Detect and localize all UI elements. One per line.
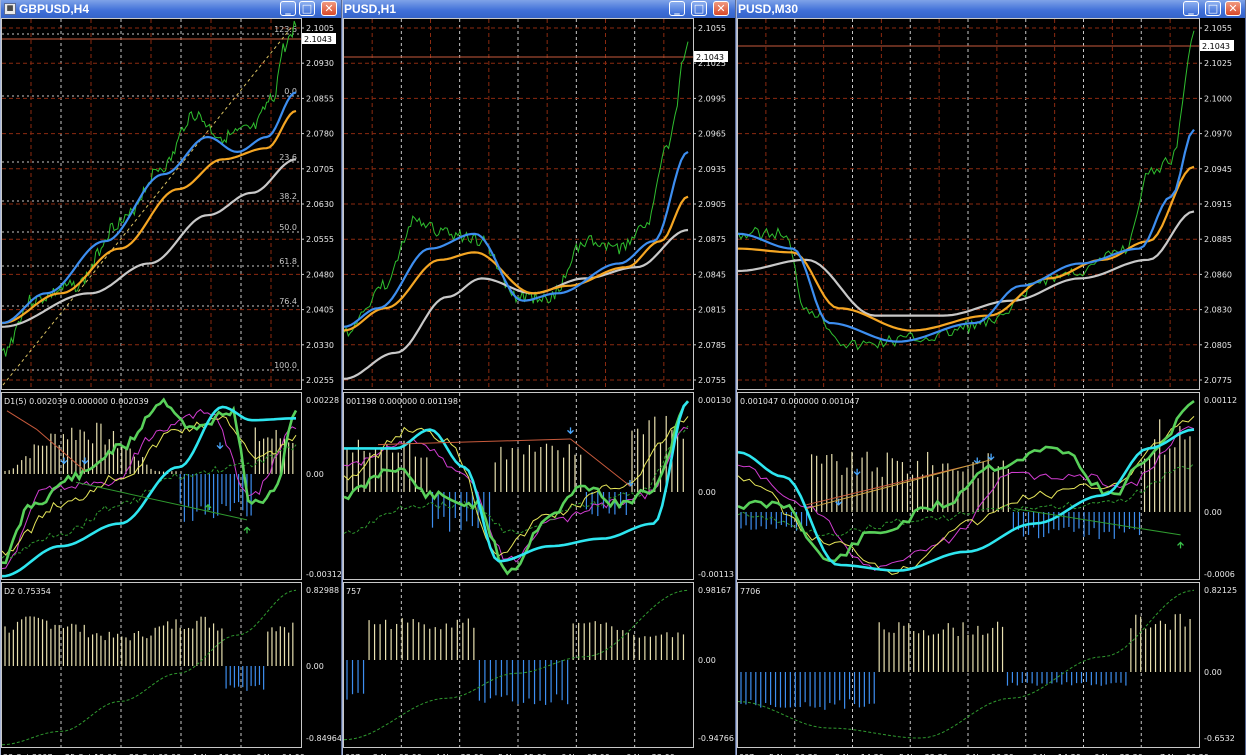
price-tick-label: 2.0905 <box>698 200 726 209</box>
price-tick-label: 2.0830 <box>1204 306 1232 315</box>
indicator-2-label: 757 <box>346 587 361 596</box>
chart-window-gbpusd-h1[interactable]: PUSD,H1 _ □ ✕ 2.1055 2.1025 2.0995 2.0965 2.… <box>342 0 736 755</box>
price-tick-label: 2.0630 <box>306 200 334 209</box>
maximize-button[interactable]: □ <box>299 1 315 16</box>
indicator-1-tick-label: 0.00112 <box>1204 396 1237 405</box>
price-tick-label: 2.0705 <box>306 165 334 174</box>
indicator-1-label: 0.001047 0.000000 0.001047 <box>740 397 860 406</box>
indicator-1-tick-label: -0.00113 <box>698 570 734 579</box>
chart-area[interactable]: 2.1005 2.0930 2.0855 2.0780 2.0705 2.0630 2.05… <box>1 18 342 755</box>
chart-window-gbpusd-m30[interactable]: PUSD,M30 _ □ ✕ 2.1055 2.1025 2.1000 2.0970 2… <box>736 0 1246 755</box>
fib-level-label: 50.0 <box>279 223 297 232</box>
indicator-2-tick-label: 0.82125 <box>1204 586 1237 595</box>
price-tick-label: 2.0935 <box>698 165 726 174</box>
current-price-label: 2.1043 <box>696 53 724 62</box>
indicator-1-tick-label: -0.0006 <box>1204 570 1235 579</box>
minimize-button[interactable]: _ <box>280 1 296 16</box>
price-tick-label: 2.0995 <box>698 94 726 103</box>
price-tick-label: 2.0845 <box>698 270 726 279</box>
indicator-1-tick-label: 0.00130 <box>698 396 731 405</box>
price-tick-label: 2.0330 <box>306 341 334 350</box>
minimize-button[interactable]: _ <box>1183 1 1199 16</box>
fib-level-label: 61.8 <box>279 257 297 266</box>
window-titlebar[interactable]: PUSD,H1 _ □ ✕ <box>343 0 735 18</box>
price-tick-label: 2.0255 <box>306 376 334 385</box>
price-tick-label: 2.0405 <box>306 306 334 315</box>
price-tick-label: 2.0885 <box>1204 235 1232 244</box>
fib-level-label: 100.0 <box>274 361 297 370</box>
chart-window-gbpusd-h4[interactable]: ▦ GBPUSD,H4 _ □ ✕ 2.1005 2.0930 2.0855 2.07… <box>0 0 342 755</box>
price-tick-label: 2.0780 <box>306 130 334 139</box>
indicator-2-tick-label: 0.00 <box>1204 668 1222 677</box>
price-tick-label: 2.1000 <box>1204 94 1232 103</box>
indicator-2-tick-label: 0.98167 <box>698 586 731 595</box>
fib-level-label: 38.2 <box>279 192 297 201</box>
price-tick-label: 2.0965 <box>698 130 726 139</box>
fib-level-label: 76.4 <box>279 297 297 306</box>
maximize-button[interactable]: □ <box>691 1 707 16</box>
price-tick-label: 2.0945 <box>1204 165 1232 174</box>
price-tick-label: 2.1055 <box>698 24 726 33</box>
price-tick-label: 2.0555 <box>306 235 334 244</box>
maximize-button[interactable]: □ <box>1205 1 1221 16</box>
price-tick-label: 2.0930 <box>306 59 334 68</box>
indicator-2-tick-label: 0.82988 <box>306 586 339 595</box>
close-button[interactable]: ✕ <box>713 1 729 16</box>
indicator-2-label: 7706 <box>740 587 760 596</box>
price-tick-label: 2.0775 <box>1204 376 1232 385</box>
window-title: GBPUSD,H4 <box>19 2 90 16</box>
price-tick-label: 2.0805 <box>1204 341 1232 350</box>
indicator-1-tick-label: 0.00 <box>306 470 324 479</box>
indicator-2-tick-label: -0.84964 <box>306 734 342 743</box>
current-price-label: 2.1043 <box>304 35 332 44</box>
window-title: PUSD,M30 <box>738 2 799 16</box>
price-tick-label: 2.0855 <box>306 94 334 103</box>
price-tick-label: 2.0480 <box>306 270 334 279</box>
close-button[interactable]: ✕ <box>1225 1 1241 16</box>
price-tick-label: 2.0785 <box>698 341 726 350</box>
indicator-1-tick-label: 0.00 <box>698 488 716 497</box>
indicator-1-label: D1(5) 0.002039 0.000000 0.002039 <box>4 397 149 406</box>
indicator-1-label: 001198 0.000000 0.001198 <box>346 397 458 406</box>
current-price-label: 2.1043 <box>1202 42 1230 51</box>
window-titlebar[interactable]: ▦ GBPUSD,H4 _ □ ✕ <box>1 0 341 18</box>
chart-app-icon: ▦ <box>4 3 16 15</box>
price-tick-label: 2.1005 <box>306 24 334 33</box>
chart-area[interactable]: 2.1055 2.1025 2.1000 2.0970 2.0945 2.0915 2.08… <box>737 18 1246 755</box>
price-tick-label: 2.0755 <box>698 376 726 385</box>
indicator-1-tick-label: -0.00312 <box>306 570 342 579</box>
indicator-2-tick-label: 0.00 <box>698 656 716 665</box>
price-tick-label: 2.0970 <box>1204 130 1232 139</box>
window-title: PUSD,H1 <box>344 2 397 16</box>
price-tick-label: 2.0860 <box>1204 270 1232 279</box>
window-titlebar[interactable]: PUSD,M30 _ □ ✕ <box>737 0 1245 18</box>
price-tick-label: 2.1025 <box>1204 59 1232 68</box>
indicator-1-tick-label: 0.00 <box>1204 508 1222 517</box>
minimize-button[interactable]: _ <box>669 1 685 16</box>
chart-area[interactable]: 2.10552.10252.09952.09652.09352.09052.08… <box>343 18 736 755</box>
indicator-2-tick-label: 0.00 <box>306 662 324 671</box>
price-tick-label: 2.0875 <box>698 235 726 244</box>
close-button[interactable]: ✕ <box>321 1 337 16</box>
indicator-2-label: D2 0.75354 <box>4 587 51 596</box>
price-tick-label: 2.0915 <box>1204 200 1232 209</box>
price-tick-label: 2.0815 <box>698 306 726 315</box>
indicator-2-tick-label: -0.94766 <box>698 734 734 743</box>
indicator-2-tick-label: -0.6532 <box>1204 734 1235 743</box>
price-tick-label: 2.1055 <box>1204 24 1232 33</box>
indicator-1-tick-label: 0.00228 <box>306 396 339 405</box>
